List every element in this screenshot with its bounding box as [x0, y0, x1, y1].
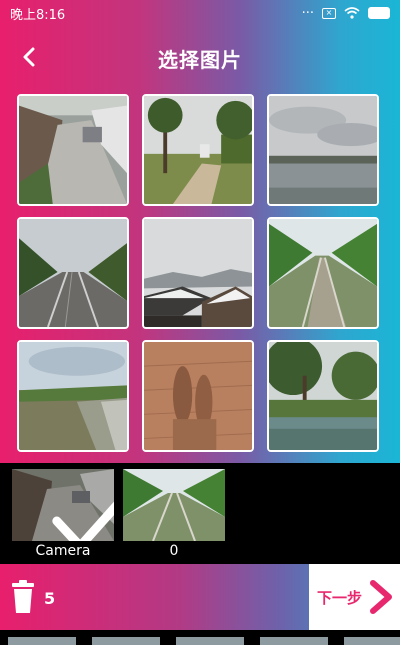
photo-rooftops-snow-icon — [144, 219, 252, 327]
battery-icon — [368, 7, 390, 19]
album-bar: Camera 0 — [0, 463, 400, 564]
photo-item[interactable] — [17, 94, 129, 206]
photo-park-path-icon — [144, 96, 252, 204]
chevron-right-icon — [370, 580, 392, 614]
photo-canal-icon — [19, 342, 127, 450]
notification-icon: × — [322, 7, 336, 19]
photo-railway-tracks-icon — [19, 219, 127, 327]
album-label-other: 0 — [169, 543, 179, 559]
status-time: 晚上8:16 — [10, 7, 66, 23]
photo-road-alley-icon — [19, 96, 127, 204]
next-button-label: 下一步 — [317, 588, 363, 607]
photo-pond-trees-icon — [269, 342, 377, 450]
photo-shadow-tiles-icon — [144, 342, 252, 450]
wifi-icon — [344, 7, 360, 19]
strip-thumbnail[interactable] — [8, 637, 76, 645]
photo-grid — [17, 94, 384, 452]
check-icon — [52, 501, 114, 541]
bottom-action-bar: 5 下一步 — [0, 564, 400, 630]
strip-thumbnail[interactable] — [92, 637, 160, 645]
photo-item[interactable] — [267, 94, 379, 206]
photo-item[interactable] — [267, 217, 379, 329]
back-button[interactable] — [14, 42, 44, 72]
album-camera[interactable] — [12, 469, 114, 541]
strip-thumbnail[interactable] — [260, 637, 328, 645]
album-other-thumbnail — [123, 469, 225, 541]
album-label-camera: Camera — [35, 543, 91, 559]
photo-item[interactable] — [17, 340, 129, 452]
photo-item[interactable] — [142, 94, 254, 206]
photo-item[interactable] — [142, 217, 254, 329]
chevron-left-icon — [23, 47, 35, 67]
album-other[interactable] — [123, 469, 225, 541]
bottom-thumbnail-strip — [0, 630, 400, 645]
photo-item[interactable] — [267, 340, 379, 452]
photo-lake-sky-icon — [269, 96, 377, 204]
strip-thumbnail[interactable] — [344, 637, 400, 645]
more-dots-icon: ··· — [301, 5, 314, 21]
photo-green-tracks-icon — [269, 219, 377, 327]
photo-item[interactable] — [142, 340, 254, 452]
photo-item[interactable] — [17, 217, 129, 329]
page-title: 选择图片 — [158, 47, 242, 72]
status-bar: 晚上8:16 ··· × — [0, 0, 400, 26]
next-button[interactable]: 下一步 — [309, 564, 400, 630]
selected-count: 5 — [44, 589, 56, 608]
title-bar: 选择图片 — [0, 36, 400, 80]
strip-thumbnail[interactable] — [176, 637, 244, 645]
trash-icon[interactable] — [10, 580, 36, 614]
status-icons: ··· × — [302, 6, 390, 21]
